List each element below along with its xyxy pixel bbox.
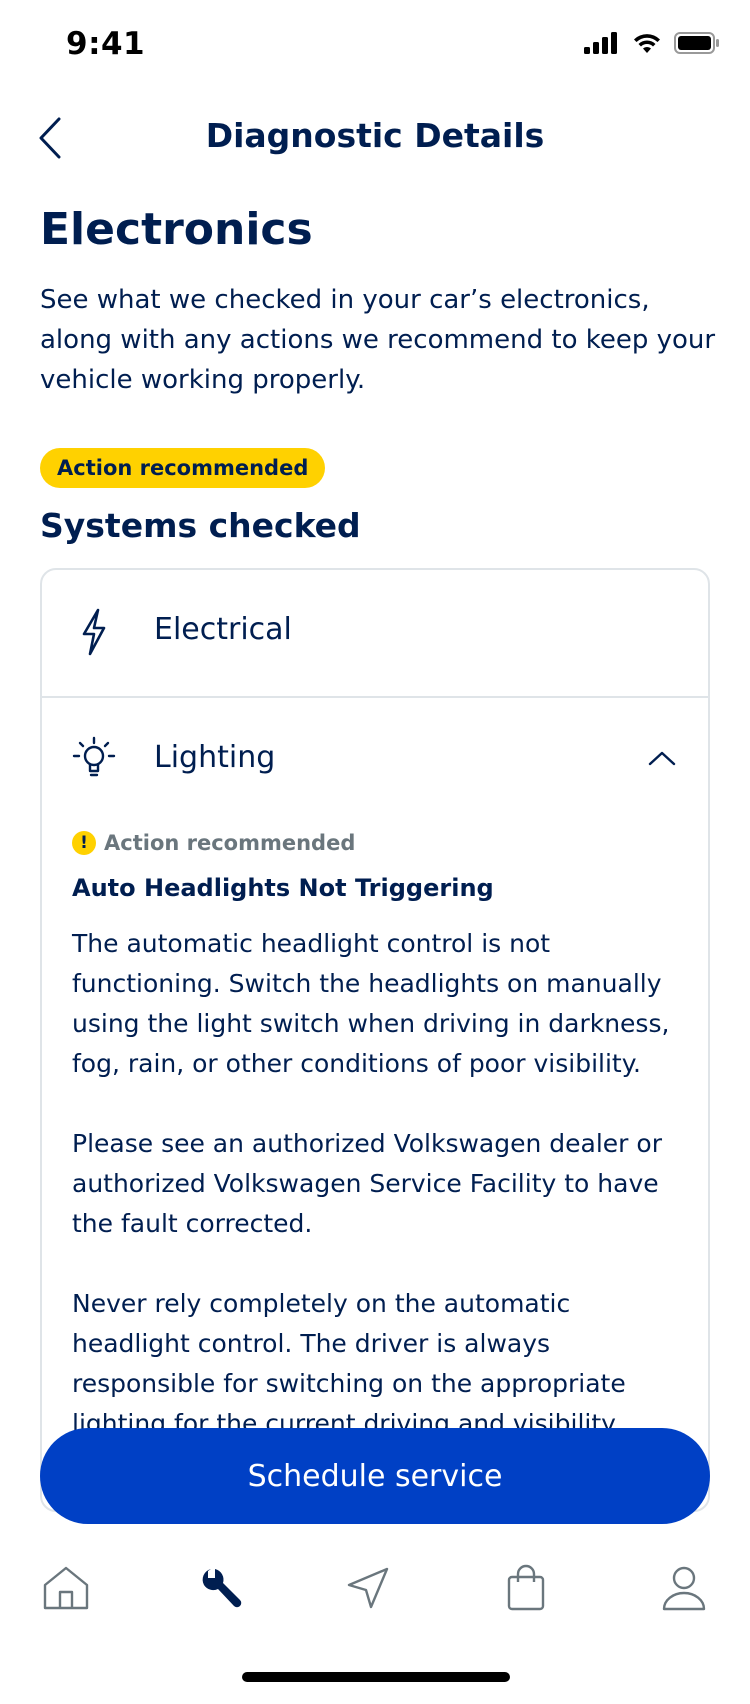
system-row-lighting[interactable]: Lighting: [42, 698, 708, 818]
nav-title: Diagnostic Details: [205, 116, 545, 155]
status-time: 9:41: [66, 26, 146, 62]
detail-status-text: Action recommended: [104, 831, 356, 855]
system-label-electrical: Electrical: [154, 612, 292, 647]
tab-profile[interactable]: [654, 1558, 714, 1618]
system-label-lighting: Lighting: [154, 740, 276, 775]
battery-icon: [674, 32, 719, 54]
lightbulb-icon: [68, 732, 120, 784]
detail-status: ! Action recommended: [72, 828, 682, 858]
home-icon: [43, 1566, 89, 1610]
tab-shop[interactable]: [496, 1558, 556, 1618]
systems-card: Electrical Lighting ! Action recommended…: [40, 568, 710, 1512]
tab-service[interactable]: [190, 1558, 250, 1618]
wifi-icon: [634, 34, 660, 53]
detail-heading: Auto Headlights Not Triggering: [72, 874, 494, 902]
shopping-bag-icon: [507, 1564, 545, 1611]
wrench-icon: [202, 1569, 242, 1608]
detail-paragraph: Never rely completely on the automatic h…: [72, 1289, 626, 1438]
tab-bar: [0, 1536, 750, 1656]
detail-paragraph: The automatic headlight control is not f…: [72, 929, 670, 1078]
chevron-up-icon[interactable]: [642, 738, 682, 778]
warning-icon: !: [72, 831, 96, 855]
tab-navigation[interactable]: [338, 1558, 398, 1618]
lighting-detail: ! Action recommended Auto Headlights Not…: [72, 828, 682, 1444]
system-row-electrical[interactable]: Electrical: [42, 570, 708, 698]
page-description: See what we checked in your car’s electr…: [40, 285, 716, 395]
schedule-service-button[interactable]: Schedule service: [40, 1428, 710, 1524]
navigation-icon: [347, 1567, 389, 1609]
profile-icon: [662, 1566, 706, 1611]
status-icons: [584, 32, 720, 54]
home-indicator: [242, 1672, 510, 1682]
tab-home[interactable]: [36, 1558, 96, 1618]
status-bar: 9:41: [0, 0, 750, 96]
detail-paragraph: Please see an authorized Volkswagen deal…: [72, 1129, 662, 1238]
navigation-bar: Diagnostic Details: [0, 100, 750, 176]
lightning-icon: [68, 606, 120, 658]
cellular-signal-icon: [584, 32, 617, 54]
status-badge: Action recommended: [40, 448, 326, 488]
page-title: Electronics: [40, 204, 313, 255]
section-title: Systems checked: [40, 506, 361, 545]
